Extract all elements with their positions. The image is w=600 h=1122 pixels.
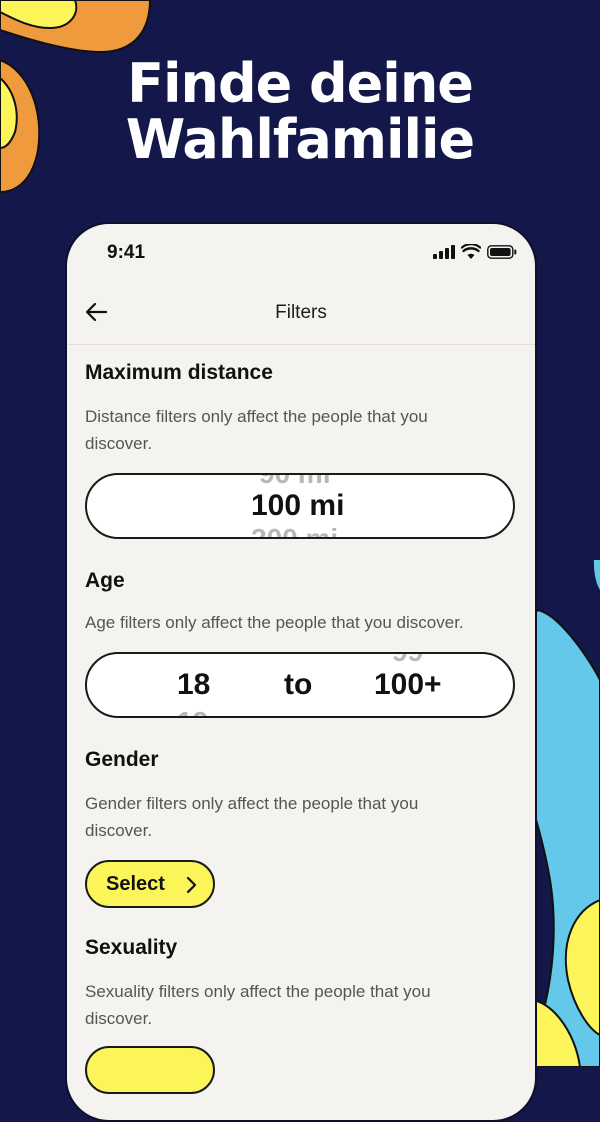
sexuality-title: Sexuality xyxy=(85,936,178,959)
age-max-value[interactable]: 100+ xyxy=(374,668,442,702)
signal-icon xyxy=(433,245,455,259)
battery-icon xyxy=(487,245,517,259)
distance-description: Distance filters only affect the people … xyxy=(85,407,428,453)
distance-selected-value: 100 mi xyxy=(251,489,345,522)
distance-prev-value: 90 mi xyxy=(259,473,331,489)
age-section: Age Age filters only affect the people t… xyxy=(67,569,535,718)
sexuality-select-button[interactable] xyxy=(85,1046,215,1094)
phone-screen: 9:41 Filters Maximum distance Distance f… xyxy=(65,222,537,1122)
age-min-next-value: 19 xyxy=(177,706,208,716)
chevron-right-icon xyxy=(186,876,197,894)
age-min-value[interactable]: 18 xyxy=(177,668,210,702)
headline: Finde deine Wahlfamilie xyxy=(0,56,600,168)
age-max-prev-value: 99 xyxy=(392,654,423,668)
page-title: Filters xyxy=(275,302,327,323)
age-title: Age xyxy=(85,569,125,592)
gender-section: Gender Gender filters only affect the pe… xyxy=(67,748,535,908)
distance-next-value: 200 mi xyxy=(251,523,339,539)
gender-description: Gender filters only affect the people th… xyxy=(85,794,419,840)
headline-line-2: Wahlfamilie xyxy=(125,108,475,171)
gender-title: Gender xyxy=(85,748,159,771)
age-picker[interactable]: 18 19 to 99 100+ xyxy=(85,652,515,718)
sexuality-section: Sexuality Sexuality filters only affect … xyxy=(67,936,535,1094)
age-separator: to xyxy=(284,668,313,701)
distance-picker[interactable]: 90 mi 100 mi 200 mi xyxy=(85,473,515,539)
age-description: Age filters only affect the people that … xyxy=(85,613,464,632)
nav-bar: Filters xyxy=(67,282,535,345)
distance-title: Maximum distance xyxy=(85,361,273,384)
wifi-icon xyxy=(461,244,481,259)
status-time: 9:41 xyxy=(107,242,146,263)
status-icons xyxy=(433,244,517,259)
distance-section: Maximum distance Distance filters only a… xyxy=(67,361,535,539)
headline-line-1: Finde deine xyxy=(127,52,474,115)
sexuality-description: Sexuality filters only affect the people… xyxy=(85,982,431,1028)
status-bar: 9:41 xyxy=(67,224,535,282)
gender-select-label: Select xyxy=(106,872,165,895)
gender-select-button[interactable]: Select xyxy=(85,860,215,908)
